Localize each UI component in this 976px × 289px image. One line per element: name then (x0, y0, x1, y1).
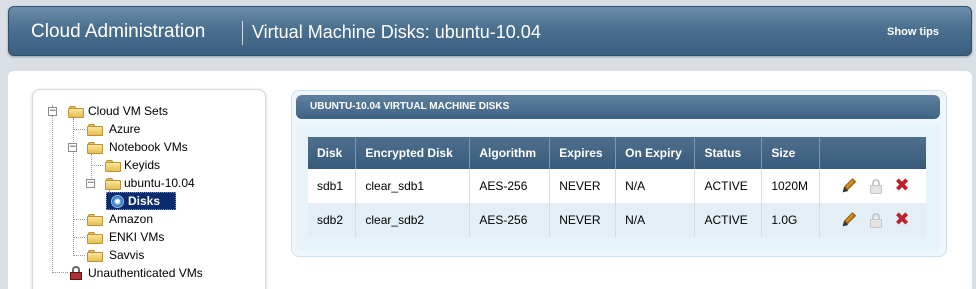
cell-algorithm: AES-256 (469, 203, 551, 237)
app-header: Cloud Administration Virtual Machine Dis… (8, 6, 972, 56)
row-actions: ✖ (819, 169, 926, 203)
page-title: Virtual Machine Disks: ubuntu-10.04 (252, 22, 541, 42)
tree-line (73, 219, 85, 220)
cell-disk: sdb2 (308, 203, 357, 237)
table-header-row: Disk Encrypted Disk Algorithm Expires On… (308, 137, 926, 169)
tree-line (52, 272, 68, 273)
collapse-toggle-icon[interactable]: − (86, 179, 95, 188)
tree-node-ubuntu[interactable]: ubuntu-10.04 (124, 176, 195, 190)
lock-icon (70, 266, 82, 280)
edit-pencil-icon[interactable] (838, 209, 861, 232)
cell-expires: NEVER (549, 169, 617, 203)
tree-node-notebook-vms[interactable]: Notebook VMs (109, 140, 188, 154)
tree-node-disks-selected[interactable]: Disks (106, 192, 176, 210)
tree-node-unauthenticated-vms[interactable]: Unauthenticated VMs (88, 266, 203, 280)
table-row: sdb1 clear_sdb1 AES-256 NEVER N/A ACTIVE… (308, 169, 926, 203)
folder-open-icon (105, 178, 121, 190)
column-header-on-expiry: On Expiry (615, 137, 696, 169)
table-row: sdb2 clear_sdb2 AES-256 NEVER N/A ACTIVE… (308, 203, 926, 237)
cell-size: 1.0G (761, 203, 821, 237)
delete-icon[interactable]: ✖ (894, 177, 910, 195)
cell-status: ACTIVE (694, 169, 763, 203)
collapse-toggle-icon[interactable]: − (68, 143, 77, 152)
panel-title: UBUNTU-10.04 VIRTUAL MACHINE DISKS (296, 95, 940, 119)
tree-line (73, 118, 74, 256)
folder-open-icon (68, 106, 84, 118)
lock-icon[interactable] (868, 212, 884, 228)
folder-icon (87, 214, 103, 226)
tree-node-amazon[interactable]: Amazon (109, 212, 153, 226)
delete-icon[interactable]: ✖ (894, 211, 910, 229)
column-header-size: Size (761, 137, 821, 169)
collapse-toggle-icon[interactable]: − (48, 107, 57, 116)
tree-line (73, 237, 85, 238)
cell-size: 1020M (761, 169, 821, 203)
cell-expires: NEVER (549, 203, 617, 237)
tree-node-savvis[interactable]: Savvis (109, 248, 144, 262)
folder-open-icon (87, 142, 103, 154)
header-divider (242, 21, 243, 45)
edit-pencil-icon[interactable] (838, 175, 861, 198)
cell-on-expiry: N/A (615, 203, 696, 237)
tree-line (73, 255, 85, 256)
tree-node-azure[interactable]: Azure (109, 122, 140, 136)
app-title: Cloud Administration (31, 21, 206, 42)
tree-node-enki-vms[interactable]: ENKI VMs (109, 230, 164, 244)
row-actions: ✖ (819, 203, 926, 237)
tree-line (91, 165, 103, 166)
cell-on-expiry: N/A (615, 169, 696, 203)
tree-line (73, 129, 85, 130)
cell-disk: sdb1 (308, 169, 357, 203)
tree-node-cloud-vm-sets[interactable]: Cloud VM Sets (88, 104, 168, 118)
cell-algorithm: AES-256 (469, 169, 551, 203)
disk-icon (111, 195, 124, 208)
cell-status: ACTIVE (694, 203, 763, 237)
tree-line (52, 105, 53, 273)
tree-node-disks-label: Disks (128, 194, 161, 208)
show-tips-link[interactable]: Show tips (887, 26, 939, 38)
column-header-algorithm: Algorithm (469, 137, 551, 169)
cell-encrypted-disk: clear_sdb1 (355, 169, 471, 203)
column-header-expires: Expires (549, 137, 617, 169)
lock-icon[interactable] (868, 178, 884, 194)
cell-encrypted-disk: clear_sdb2 (355, 203, 471, 237)
folder-icon (87, 232, 103, 244)
folder-icon (105, 160, 121, 172)
disks-table: Disk Encrypted Disk Algorithm Expires On… (308, 137, 926, 237)
column-header-disk: Disk (308, 137, 357, 169)
column-header-encrypted-disk: Encrypted Disk (355, 137, 471, 169)
folder-icon (87, 124, 103, 136)
column-header-actions (819, 137, 926, 169)
tree-node-keyids[interactable]: Keyids (124, 158, 160, 172)
folder-icon (87, 250, 103, 262)
column-header-status: Status (694, 137, 763, 169)
